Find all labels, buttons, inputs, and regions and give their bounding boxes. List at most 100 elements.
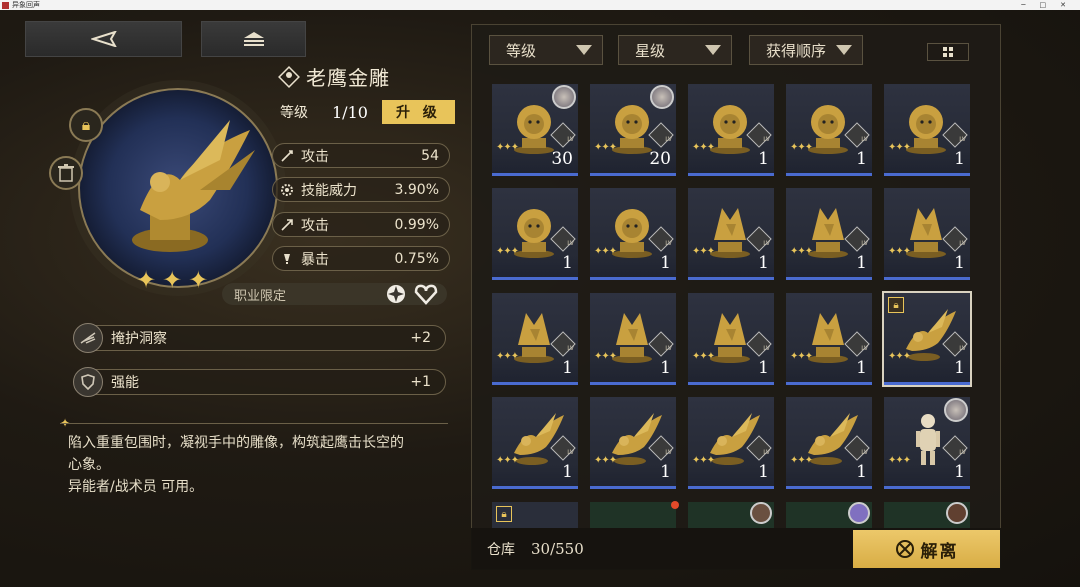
dismantle-icon xyxy=(895,540,914,558)
stat-value: 54 xyxy=(421,147,439,164)
star-icon: ✦ xyxy=(162,266,183,294)
item-card[interactable]: ✦✦✦ LV 30 xyxy=(492,84,578,176)
star-rating: ✦✦✦ xyxy=(496,351,519,362)
grid-view-toggle[interactable] xyxy=(927,43,969,61)
divider xyxy=(60,423,448,424)
release-button[interactable]: 解离 xyxy=(853,530,1000,568)
delete-button[interactable] xyxy=(49,156,83,190)
esper-class-icon[interactable] xyxy=(383,283,409,305)
back-button[interactable] xyxy=(25,21,182,57)
item-card[interactable]: ✦✦✦ LV 1 xyxy=(786,293,872,385)
stat-name: 攻击 xyxy=(301,217,329,234)
item-card[interactable]: ✦✦✦ LV 1 xyxy=(884,188,970,280)
partial-card[interactable] xyxy=(688,502,774,528)
partial-card[interactable] xyxy=(884,502,970,528)
item-level: 20 xyxy=(649,149,671,169)
avatar xyxy=(650,85,674,109)
item-card[interactable]: ✦✦✦ LV 1 xyxy=(786,188,872,280)
star-rating: ✦✦✦ xyxy=(888,246,911,257)
lv-tag: LV xyxy=(567,136,574,143)
stat-row: 暴击 0.75% xyxy=(272,246,450,271)
item-level: 1 xyxy=(562,253,573,273)
app-icon xyxy=(2,1,9,9)
lv-tag: LV xyxy=(861,136,868,143)
filter-label: 获得顺序 xyxy=(766,41,827,60)
lv-tag: LV xyxy=(959,345,966,352)
item-level: 1 xyxy=(660,253,671,273)
stat-value: 0.75% xyxy=(394,250,439,267)
level-value: 1/10 xyxy=(332,102,368,122)
filter-star-dropdown[interactable]: 星级 xyxy=(618,35,732,65)
lock-button[interactable]: 🔒︎ xyxy=(69,108,103,142)
star-rating: ✦✦✦ xyxy=(692,142,715,153)
item-card[interactable]: ✦✦✦ LV 1 xyxy=(688,84,774,176)
item-card[interactable]: ✦✦✦ LV 1 xyxy=(492,397,578,489)
item-card[interactable]: ✦✦✦ LV 1 xyxy=(688,293,774,385)
star-rating: ✦✦✦ xyxy=(692,246,715,257)
item-card[interactable]: ✦✦✦ LV 1 xyxy=(688,188,774,280)
lv-tag: LV xyxy=(861,240,868,247)
item-card[interactable]: ✦✦✦ LV 1 xyxy=(590,293,676,385)
filter-label: 等级 xyxy=(506,41,537,60)
stat-value: 0.99% xyxy=(394,216,439,233)
arrow-icon xyxy=(279,217,295,233)
lv-tag: LV xyxy=(567,240,574,247)
filter-order-dropdown[interactable]: 获得顺序 xyxy=(749,35,863,65)
maximize-button[interactable]: □ xyxy=(1040,1,1047,9)
item-card[interactable]: ✦✦✦ LV 1 xyxy=(688,397,774,489)
item-card[interactable]: ✦✦✦ LV 1 xyxy=(786,84,872,176)
lock-icon: 🔒︎ xyxy=(81,115,91,134)
skill-row[interactable]: 强能 +1 xyxy=(73,367,446,397)
lv-tag: LV xyxy=(665,449,672,456)
skill-row[interactable]: 掩护洞察 +2 xyxy=(73,323,446,353)
partial-card[interactable] xyxy=(786,502,872,528)
chevron-down-icon xyxy=(836,45,852,55)
description-line: 异能者/战术员 可用。 xyxy=(68,479,204,495)
exclaim-icon xyxy=(279,251,295,267)
window-title: 异象回声 xyxy=(12,1,40,9)
job-icons xyxy=(383,283,439,305)
stock-count: 30/550 xyxy=(531,540,584,558)
chevron-down-icon xyxy=(705,45,721,55)
close-button[interactable]: ✕ xyxy=(1060,1,1066,9)
grid-icon xyxy=(943,47,953,57)
filter-level-dropdown[interactable]: 等级 xyxy=(489,35,603,65)
item-level: 1 xyxy=(954,462,965,482)
item-card[interactable]: ✦✦✦ LV 1 xyxy=(492,293,578,385)
stat-name: 暴击 xyxy=(301,251,329,268)
star-rating: ✦✦✦ xyxy=(790,455,813,466)
lv-tag: LV xyxy=(763,136,770,143)
star-rating: ✦✦✦ xyxy=(496,246,519,257)
eagle-statue-icon xyxy=(132,120,255,252)
item-card[interactable]: ✦✦✦ LV 1 xyxy=(786,397,872,489)
menu-button[interactable] xyxy=(201,21,306,57)
description-line: 陷入重重包围时，凝视手中的雕像，构筑起鹰击长空的 xyxy=(68,435,404,451)
item-type-icon xyxy=(278,65,300,88)
item-card[interactable]: 🔒︎ ✦✦✦ LV 1 xyxy=(882,291,972,387)
star-rating: ✦ ✦ ✦ xyxy=(136,266,208,294)
skill-name: 强能 xyxy=(111,375,139,391)
avatar xyxy=(946,502,968,524)
item-card[interactable]: ✦✦✦ LV 1 xyxy=(492,188,578,280)
minimize-button[interactable]: ─ xyxy=(1021,1,1025,9)
window-controls: ─ □ ✕ xyxy=(1021,1,1080,9)
star-rating: ✦✦✦ xyxy=(888,455,911,466)
partial-card[interactable]: 🔒︎ xyxy=(492,502,578,528)
upgrade-button[interactable]: 升 级 xyxy=(381,100,455,124)
item-card[interactable]: ✦✦✦ LV 1 xyxy=(884,397,970,489)
item-card[interactable]: ✦✦✦ LV 1 xyxy=(590,188,676,280)
lv-tag: LV xyxy=(959,240,966,247)
lv-tag: LV xyxy=(665,136,672,143)
lv-tag: LV xyxy=(959,449,966,456)
item-card[interactable]: ✦✦✦ LV 1 xyxy=(590,397,676,489)
item-level: 1 xyxy=(954,149,965,169)
description-line: 心象。 xyxy=(68,457,110,473)
item-card[interactable]: ✦✦✦ LV 20 xyxy=(590,84,676,176)
avatar xyxy=(944,398,968,422)
lv-tag: LV xyxy=(665,240,672,247)
star-rating: ✦✦✦ xyxy=(888,142,911,153)
partial-card[interactable] xyxy=(590,502,676,528)
item-level: 1 xyxy=(758,149,769,169)
tactician-class-icon[interactable] xyxy=(413,283,439,305)
item-card[interactable]: ✦✦✦ LV 1 xyxy=(884,84,970,176)
